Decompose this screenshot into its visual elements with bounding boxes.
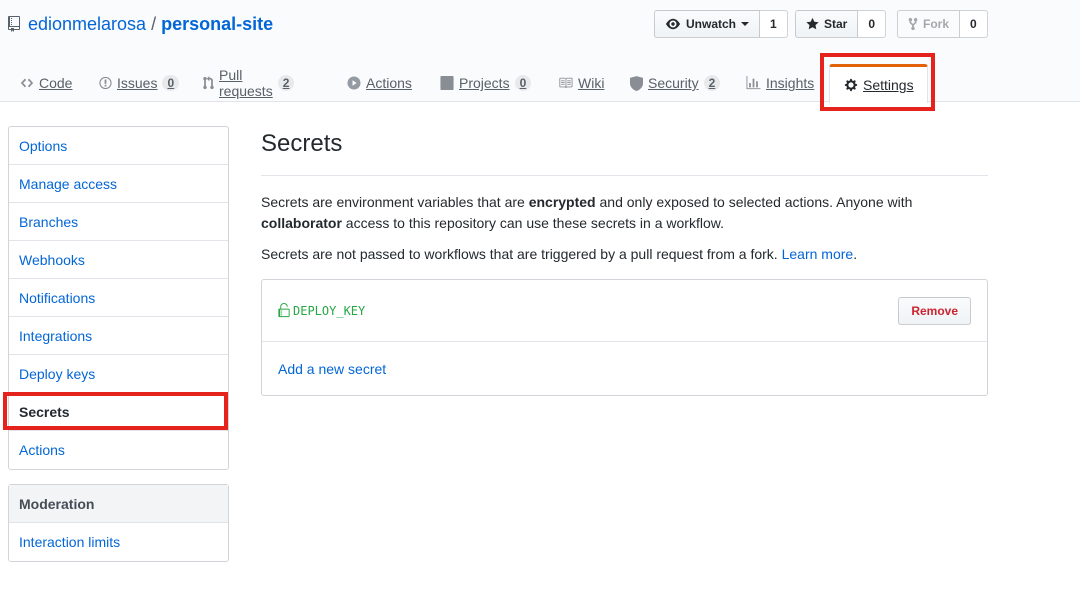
description-text: and only exposed to selected actions. An… — [595, 194, 913, 210]
secrets-list: DEPLOY_KEY Remove Add a new secret — [261, 279, 988, 396]
sidebar-item-actions[interactable]: Actions — [9, 431, 228, 469]
fork-note: Secrets are not passed to workflows that… — [261, 244, 988, 265]
sidebar-item-integrations[interactable]: Integrations — [9, 317, 228, 355]
tab-wiki[interactable]: Wiki — [558, 64, 604, 102]
tab-actions[interactable]: Actions — [347, 64, 412, 102]
secrets-description: Secrets are environment variables that a… — [261, 192, 988, 234]
eye-icon — [665, 17, 681, 31]
secret-name-label: DEPLOY_KEY — [293, 303, 366, 318]
fork-button[interactable]: Fork — [897, 10, 961, 38]
tab-label: Wiki — [578, 75, 605, 91]
fork-note-text: Secrets are not passed to workflows that… — [261, 246, 782, 262]
fork-icon — [908, 17, 918, 31]
tab-counter: 0 — [514, 75, 532, 91]
book-icon — [558, 76, 573, 90]
tab-counter: 2 — [703, 75, 721, 91]
secret-row: DEPLOY_KEY Remove — [262, 280, 987, 342]
star-button[interactable]: Star — [795, 10, 859, 38]
sidebar-item-options[interactable]: Options — [9, 127, 228, 165]
star-group: Star 0 — [795, 10, 887, 38]
watch-group: Unwatch 1 — [654, 10, 788, 38]
lock-icon — [278, 303, 290, 318]
page-title: Secrets — [261, 130, 343, 157]
description-text: Secrets are environment variables that a… — [261, 194, 529, 210]
tab-label: Pull requests — [219, 67, 273, 99]
sidebar-item-manage-access[interactable]: Manage access — [9, 165, 228, 203]
tab-label: Projects — [459, 75, 510, 91]
subhead: Secrets — [261, 126, 988, 176]
tab-settings[interactable]: Settings — [829, 64, 928, 103]
project-icon — [440, 76, 454, 90]
fork-label: Fork — [923, 17, 950, 31]
gear-icon — [844, 78, 858, 92]
description-emphasis: encrypted — [528, 194, 596, 210]
tab-issues[interactable]: Issues 0 — [99, 64, 180, 102]
secrets-footer: Add a new secret — [262, 342, 987, 395]
tab-label: Settings — [863, 77, 914, 93]
sidebar-item-interaction-limits[interactable]: Interaction limits — [9, 523, 228, 561]
sidebar-item-secrets[interactable]: Secrets — [9, 393, 228, 431]
tab-projects[interactable]: Projects 0 — [440, 64, 532, 102]
moderation-sidebar-menu: Moderation Interaction limits — [8, 484, 229, 562]
unwatch-label: Unwatch — [686, 17, 737, 31]
pull-request-icon — [203, 76, 214, 90]
tab-code[interactable]: Code — [20, 64, 72, 102]
description-emphasis: collaborator — [261, 215, 342, 231]
fork-note-period: . — [853, 246, 858, 262]
settings-sidebar-menu: Options Manage access Branches Webhooks … — [8, 126, 229, 470]
play-icon — [347, 76, 361, 90]
repo-header: edionmelarosa / personal-site Unwatch 1 … — [0, 0, 1080, 103]
watchers-count[interactable]: 1 — [760, 10, 788, 38]
secrets-content: Secrets Secrets are environment variable… — [261, 126, 988, 396]
tab-counter: 2 — [277, 75, 295, 91]
add-secret-link[interactable]: Add a new secret — [278, 361, 386, 377]
repo-path-separator: / — [151, 13, 157, 34]
tab-label: Actions — [366, 75, 412, 91]
moderation-heading: Moderation — [9, 485, 228, 523]
sidebar-item-notifications[interactable]: Notifications — [9, 279, 228, 317]
repo-icon — [8, 16, 20, 32]
code-icon — [20, 76, 34, 90]
tab-label: Security — [648, 75, 699, 91]
stargazers-count[interactable]: 0 — [858, 10, 887, 38]
tab-label: Insights — [766, 75, 815, 91]
graph-icon — [746, 76, 761, 90]
sidebar-item-webhooks[interactable]: Webhooks — [9, 241, 228, 279]
repo-owner-link[interactable]: edionmelarosa — [28, 14, 146, 35]
tab-security[interactable]: Security 2 — [630, 64, 721, 102]
secret-name: DEPLOY_KEY — [278, 303, 365, 318]
forks-count[interactable]: 0 — [960, 10, 988, 38]
sidebar-item-branches[interactable]: Branches — [9, 203, 228, 241]
sidebar-item-deploy-keys[interactable]: Deploy keys — [9, 355, 228, 393]
star-icon — [806, 17, 819, 31]
tab-counter: 0 — [162, 75, 180, 91]
shield-icon — [630, 75, 643, 91]
unwatch-button[interactable]: Unwatch — [654, 10, 761, 38]
learn-more-link[interactable]: Learn more — [782, 246, 854, 262]
repo-name-link[interactable]: personal-site — [161, 14, 273, 35]
description-text: access to this repository can use these … — [341, 215, 724, 231]
tab-insights[interactable]: Insights — [746, 64, 814, 102]
tab-pull-requests[interactable]: Pull requests 2 — [203, 64, 295, 102]
tab-label: Issues — [117, 75, 158, 91]
fork-group: Fork 0 — [897, 10, 988, 38]
star-label: Star — [824, 17, 848, 31]
tab-label: Code — [39, 75, 73, 91]
chevron-down-icon — [741, 22, 750, 26]
remove-secret-button[interactable]: Remove — [898, 296, 971, 325]
issue-icon — [99, 76, 112, 90]
repo-title: edionmelarosa / personal-site — [8, 12, 273, 36]
